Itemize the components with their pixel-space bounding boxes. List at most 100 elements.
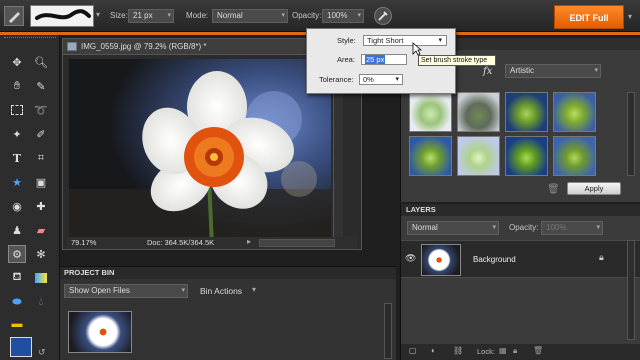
paint-bucket-tool-icon[interactable]: ⛾ — [8, 269, 26, 287]
tolerance-value: 0% — [363, 75, 374, 84]
workspace-menu-arrow[interactable]: ▾ — [628, 12, 632, 21]
brush-dropdown-arrow[interactable]: ▾ — [96, 10, 100, 19]
project-bin-title: PROJECT BIN — [64, 268, 115, 277]
document-status-bar: 79.17% Doc: 364.5K/364.5K ▸ — [67, 237, 357, 249]
shape-tool-icon[interactable]: ⬬ — [8, 293, 26, 311]
lasso-tool-icon[interactable]: ➰ — [32, 101, 50, 119]
layers-panel-title[interactable]: LAYERS — [401, 204, 640, 216]
bin-source-select[interactable]: Show Open Files ▾ — [64, 284, 188, 298]
chevron-down-icon: ▾ — [596, 224, 600, 231]
horizontal-scrollbar[interactable] — [259, 239, 335, 247]
effect-thumbnail-1[interactable] — [409, 92, 452, 132]
red-eye-tool-icon[interactable]: ◉ — [8, 197, 26, 215]
brush-options-button[interactable] — [374, 7, 392, 25]
selection-brush-tool-icon[interactable]: ✐ — [32, 125, 50, 143]
link-icon[interactable]: ⛓︎ — [453, 346, 463, 355]
bin-source-value: Show Open Files — [69, 286, 130, 295]
opacity-field[interactable]: 100% ▾ — [322, 9, 364, 23]
eraser-tool-icon[interactable]: ▰ — [32, 221, 50, 239]
magic-wand-tool-icon[interactable]: ✦ — [8, 125, 26, 143]
bin-thumbnail[interactable] — [68, 311, 132, 353]
bin-actions-menu[interactable]: Bin Actions — [200, 286, 242, 296]
bin-scrollbar[interactable] — [384, 303, 392, 359]
hand-tool-icon[interactable]: ✋︎ — [8, 77, 26, 95]
project-bin-header[interactable]: PROJECT BIN — [60, 267, 396, 279]
project-bin: PROJECT BIN Show Open Files ▾ Bin Actions… — [60, 266, 396, 360]
toolbox: ✥ 🔍︎ ✋︎ ✎ ➰ ✦ ✐ T ⌗ ★ ▣ ◉ ✚ ♟ ▰ ⚙ ✻ ⛾ ⬬ … — [0, 35, 60, 360]
type-tool-icon[interactable]: T — [8, 149, 26, 167]
lock-icon: 🔒︎ — [599, 252, 604, 262]
chevron-down-icon: ▾ — [181, 287, 185, 294]
blur-tool-icon[interactable]: 💧︎ — [32, 293, 50, 311]
image-canvas[interactable] — [69, 59, 331, 245]
blend-mode-select[interactable]: Normal ▾ — [407, 221, 499, 235]
effect-thumbnail-4[interactable] — [553, 92, 596, 132]
layer-thumbnail — [421, 244, 461, 276]
layer-name[interactable]: Background — [473, 255, 516, 264]
gradient-tool-icon[interactable] — [32, 269, 50, 287]
layers-scrollbar[interactable] — [627, 240, 635, 340]
effects-category-value: Artistic — [510, 66, 534, 75]
chevron-down-icon[interactable]: ▾ — [252, 285, 256, 294]
cookie-cutter-tool-icon[interactable]: ★ — [8, 173, 26, 191]
mode-value: Normal — [217, 11, 243, 20]
effect-thumbnail-5[interactable] — [409, 136, 452, 176]
status-arrow-icon[interactable]: ▸ — [247, 237, 251, 246]
mode-label: Mode: — [186, 11, 209, 20]
size-field[interactable]: 21 px ▾ — [128, 9, 174, 23]
delete-layer-icon[interactable]: 🗑︎ — [533, 346, 543, 355]
straighten-tool-icon[interactable]: ▣ — [32, 173, 50, 191]
chevron-down-icon: ▾ — [492, 224, 496, 231]
lock-all-icon[interactable]: 🔒︎ — [513, 346, 517, 356]
tool-preset-picker[interactable] — [4, 6, 24, 26]
zoom-level[interactable]: 79.17% — [71, 238, 96, 247]
effect-thumbnail-3[interactable] — [505, 92, 548, 132]
clone-stamp-tool-icon[interactable]: ♟ — [8, 221, 26, 239]
sponge-tool-icon[interactable]: ▬ — [8, 315, 26, 333]
effect-thumbnail-2[interactable] — [457, 92, 500, 132]
area-field[interactable]: 25 px — [361, 54, 407, 65]
chevron-down-icon: ▾ — [594, 67, 598, 74]
effect-thumbnail-7[interactable] — [505, 136, 548, 176]
eyedropper-tool-icon[interactable]: ✎ — [32, 77, 50, 95]
healing-brush-tool-icon[interactable]: ✚ — [32, 197, 50, 215]
brush-preview[interactable] — [30, 5, 94, 27]
marquee-tool-icon[interactable] — [8, 101, 26, 119]
lock-transparent-icon[interactable]: ▦ — [499, 346, 507, 355]
chevron-down-icon: ▾ — [438, 37, 442, 44]
chevron-down-icon: ▾ — [357, 12, 361, 19]
layer-opacity-field[interactable]: 100% ▾ — [541, 221, 603, 235]
document-title: IMG_0559.jpg @ 79.2% (RGB/8*) * — [81, 42, 207, 51]
tolerance-field[interactable]: 0% ▾ — [359, 74, 403, 85]
mode-select[interactable]: Normal ▾ — [212, 9, 288, 23]
crop-tool-icon[interactable]: ⌗ — [32, 149, 50, 167]
style-label: Style: — [337, 36, 356, 45]
smart-brush-tool-icon[interactable]: ⚙ — [8, 245, 26, 263]
zoom-tool-icon[interactable]: 🔍︎ — [32, 53, 50, 71]
foreground-color-swatch[interactable] — [10, 337, 32, 357]
lock-label: Lock: — [477, 347, 495, 356]
eye-visibility-icon[interactable]: 👁︎ — [405, 253, 416, 264]
effect-thumbnail-8[interactable] — [553, 136, 596, 176]
tolerance-label: Tolerance: — [319, 75, 354, 84]
fx-icon[interactable]: fx — [483, 66, 492, 77]
toolbox-grip[interactable] — [4, 37, 56, 41]
edit-full-button[interactable]: EDIT Full — [554, 5, 624, 29]
style-value: Tight Short — [367, 36, 404, 45]
move-tool-icon[interactable]: ✥ — [8, 53, 26, 71]
layers-footer: ▢ ◐ ⛓︎ Lock: ▦ 🔒︎ 🗑︎ — [401, 344, 640, 360]
apply-button[interactable]: Apply — [567, 182, 621, 195]
detail-brush-tool-icon[interactable]: ✻ — [32, 245, 50, 263]
effect-thumbnail-6[interactable] — [457, 136, 500, 176]
layer-opacity-label: Opacity: — [509, 223, 539, 232]
opacity-value: 100% — [327, 11, 348, 20]
effects-scrollbar[interactable] — [627, 92, 635, 176]
trash-icon[interactable]: 🗑︎ — [547, 184, 560, 195]
new-layer-icon[interactable]: ▢ — [409, 346, 417, 355]
effects-category-select[interactable]: Artistic ▾ — [505, 64, 601, 78]
adjustment-layer-icon[interactable]: ◐ — [431, 346, 436, 355]
style-select[interactable]: Tight Short ▾ — [363, 35, 447, 46]
swap-colors-icon[interactable]: ↺ — [38, 347, 50, 357]
layer-row-background[interactable]: 👁︎ Background 🔒︎ — [401, 240, 640, 278]
document-icon — [67, 42, 77, 51]
